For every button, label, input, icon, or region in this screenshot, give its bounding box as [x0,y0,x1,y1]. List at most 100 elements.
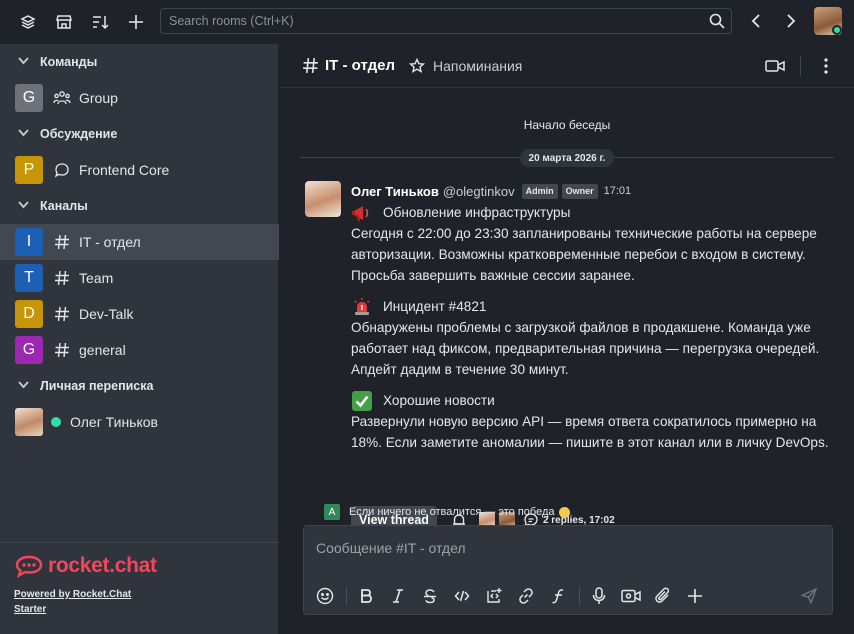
thread-preview-text: Если ничего не отвалится — это победа [349,506,555,518]
create-new-icon[interactable] [118,4,154,40]
sidebar-item-label: Frontend Core [79,162,170,178]
group-header-label: Каналы [40,199,88,213]
sort-icon[interactable] [82,4,118,40]
hashtag-icon [53,305,71,323]
discussion-icon [53,161,71,179]
siren-icon [351,297,373,317]
avatar[interactable] [305,181,341,217]
sidebar-item-general[interactable]: G general [0,332,279,368]
author-name[interactable]: Олег Тиньков [351,184,439,199]
send-icon[interactable] [794,581,824,611]
chevron-down-icon [18,380,32,392]
room-avatar: G [15,84,43,112]
online-status-icon [832,25,842,35]
kebab-menu-icon[interactable] [814,54,838,78]
plus-icon[interactable] [680,581,710,611]
message-input[interactable] [304,526,832,576]
inline-code-icon[interactable] [447,581,477,611]
code-block-icon[interactable] [479,581,509,611]
search-bar[interactable] [160,8,732,34]
video-message-icon[interactable] [616,581,646,611]
strikethrough-icon[interactable] [415,581,445,611]
room-header: IT - отдел Напоминания [280,44,854,88]
chevron-down-icon [18,128,32,140]
sidebar-item-it-department[interactable]: I IT - отдел [0,224,279,260]
message-header: Олег Тиньков @olegtinkov Admin Owner 17:… [351,182,631,200]
logo-text: rocket.chat [48,554,157,577]
date-divider: 20 марта 2026 г. [520,149,614,167]
back-icon[interactable] [743,8,769,34]
sidebar-item-dev-talk[interactable]: D Dev-Talk [0,296,279,332]
smiling-face-icon [558,506,570,518]
app-window: Команды G Group Обсуждение P Frontend Co… [0,0,854,634]
avatar [15,408,43,436]
video-call-icon[interactable] [763,54,787,78]
katex-icon[interactable] [543,581,573,611]
check-mark-icon [351,390,373,411]
section-text: Сегодня с 22:00 до 23:30 запланированы т… [351,226,817,283]
sidebar-footer: rocket.chat Powered by Rocket.Chat Start… [0,542,279,634]
room-avatar: T [15,264,43,292]
sidebar-item-label: Group [79,90,118,106]
sidebar-item-frontend-core[interactable]: P Frontend Core [0,152,279,188]
thread-preview[interactable]: A Если ничего не отвалится — это победа [324,503,570,521]
search-icon[interactable] [703,13,731,29]
forward-icon[interactable] [778,8,804,34]
section-text: Развернули новую версию API — время отве… [351,414,829,450]
directory-icon[interactable] [46,4,82,40]
chevron-down-icon [18,200,32,212]
sidebar-item-label: Team [79,270,114,286]
layers-icon[interactable] [10,4,46,40]
link-icon[interactable] [511,581,541,611]
sidebar-item-direct-oleg[interactable]: Олег Тиньков [0,404,279,440]
emoji-icon[interactable] [310,581,340,611]
sidebar-item-label: Dev-Talk [79,306,134,322]
room-avatar: G [15,336,43,364]
sidebar: Команды G Group Обсуждение P Frontend Co… [0,44,279,634]
role-badge-owner: Owner [561,183,598,199]
sidebar-item-team[interactable]: T Team [0,260,279,296]
message-body: Обновление инфраструктуры Сегодня с 22:0… [351,202,841,453]
group-header-discussions[interactable]: Обсуждение [0,116,279,152]
microphone-icon[interactable] [584,581,614,611]
group-header-channels[interactable]: Каналы [0,188,279,224]
group-header-label: Личная переписка [40,379,154,393]
sidebar-item-label: Олег Тиньков [70,414,158,430]
star-icon[interactable] [409,57,425,74]
room-topic: Напоминания [433,57,523,74]
bold-icon[interactable] [351,581,381,611]
page-title[interactable]: IT - отдел [325,57,395,74]
megaphone-icon [351,203,373,223]
group-header-label: Обсуждение [40,127,118,141]
sidebar-item-group[interactable]: G Group [0,80,279,116]
avatar: A [324,504,340,520]
section-title-text: Хорошие новости [383,393,495,408]
section-title-text: Обновление инфраструктуры [383,205,571,220]
composer-toolbar [304,578,832,614]
powered-by-link[interactable]: Powered by Rocket.Chat [14,589,265,600]
room-avatar: D [15,300,43,328]
toolbar-divider [346,587,347,605]
message-time: 17:01 [603,185,632,197]
group-header-direct-messages[interactable]: Личная переписка [0,368,279,404]
top-bar [0,0,854,44]
header-divider [800,56,801,76]
online-status-icon [51,417,61,427]
hashtag-icon [302,57,319,74]
chevron-down-icon [18,56,32,68]
main-panel: IT - отдел Напоминания Начало беседы 20 … [280,44,854,634]
group-header-teams[interactable]: Команды [0,44,279,80]
search-input[interactable] [161,14,703,28]
rocket-chat-logo: rocket.chat [14,553,265,579]
toolbar-divider [579,587,580,605]
author-username[interactable]: @olegtinkov [443,184,515,199]
section-title-text: Инцидент #4821 [383,299,487,314]
attachment-icon[interactable] [648,581,678,611]
section-title: Обновление инфраструктуры [351,202,841,223]
group-header-label: Команды [40,55,98,69]
role-badge-admin: Admin [521,183,558,199]
plan-link[interactable]: Starter [14,604,265,615]
section-title: Хорошие новости [351,390,841,411]
italic-icon[interactable] [383,581,413,611]
hashtag-icon [53,341,71,359]
